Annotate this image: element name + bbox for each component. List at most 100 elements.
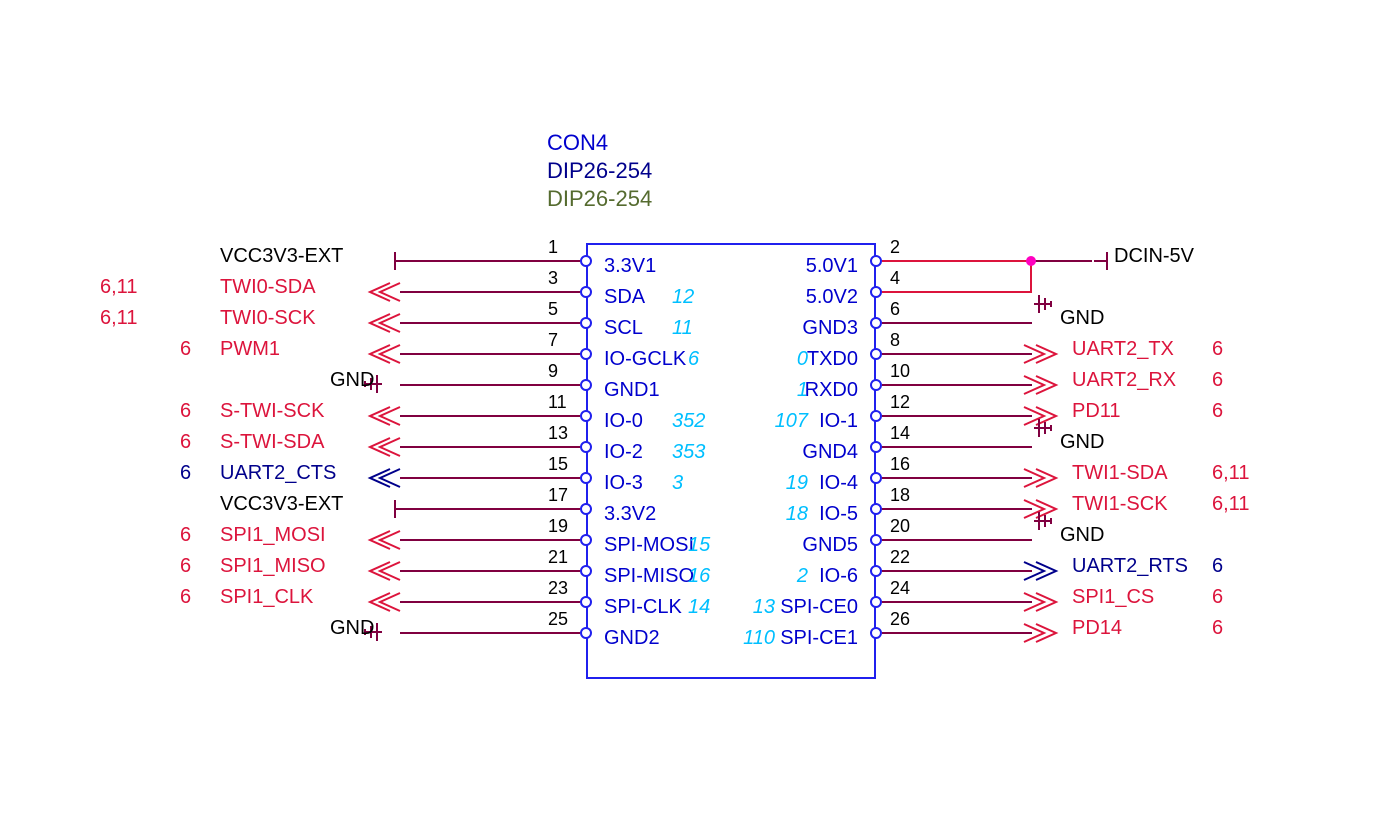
pin-number: 4: [890, 268, 900, 289]
pin-number: 9: [548, 361, 558, 382]
pin-label: 5.0V1: [806, 255, 858, 278]
pin-number: 18: [890, 485, 910, 506]
net-name: UART2_CTS: [220, 462, 336, 485]
net-name: GND: [330, 369, 374, 392]
net-name: VCC3V3-EXT: [220, 493, 343, 516]
pin-number: 7: [548, 330, 558, 351]
pin-label: 5.0V2: [806, 286, 858, 309]
gpio-number: 14: [688, 596, 710, 619]
pin-label: SPI-CLK: [604, 596, 682, 619]
net-name: SPI1_MISO: [220, 555, 326, 578]
pin-label: IO-5: [819, 503, 858, 526]
gpio-number: 1: [797, 379, 808, 402]
pin-number: 22: [890, 547, 910, 568]
pin-number: 19: [548, 516, 568, 537]
net-name: PD14: [1072, 617, 1122, 640]
gpio-number: 15: [688, 534, 710, 557]
sheet-ref: 6: [1212, 369, 1223, 392]
pin-label: 3.3V2: [604, 503, 656, 526]
pin-number: 20: [890, 516, 910, 537]
sheet-ref: 6: [1212, 617, 1223, 640]
pin-label: GND1: [604, 379, 660, 402]
pin-label: SCL: [604, 317, 643, 340]
net-name: S-TWI-SDA: [220, 431, 324, 454]
pin-label: SDA: [604, 286, 645, 309]
sheet-ref: 6,11: [100, 276, 137, 299]
net-name: GND: [330, 617, 374, 640]
net-name: SPI1_CS: [1072, 586, 1154, 609]
pin-label: IO-3: [604, 472, 643, 495]
net-name: DCIN-5V: [1114, 245, 1194, 268]
pin-number: 15: [548, 454, 568, 475]
net-name: TWI0-SDA: [220, 276, 316, 299]
net-name: SPI1_CLK: [220, 586, 313, 609]
gpio-number: 11: [672, 317, 693, 340]
sheet-ref: 6: [180, 586, 191, 609]
sheet-ref: 6: [180, 524, 191, 547]
gpio-number: 6: [688, 348, 699, 371]
net-name: PWM1: [220, 338, 280, 361]
pin-label: 3.3V1: [604, 255, 656, 278]
pin-label: SPI-CE1: [780, 627, 858, 650]
pin-number: 26: [890, 609, 910, 630]
gpio-number: 2: [797, 565, 808, 588]
pin-number: 12: [890, 392, 910, 413]
gpio-number: 13: [753, 596, 775, 619]
net-name: S-TWI-SCK: [220, 400, 324, 423]
gpio-number: 110: [743, 627, 775, 650]
sheet-ref: 6,11: [1212, 462, 1249, 485]
gpio-number: 3: [672, 472, 683, 495]
gpio-number: 0: [797, 348, 808, 371]
net-name: UART2_RTS: [1072, 555, 1188, 578]
pin-number: 10: [890, 361, 910, 382]
gpio-number: 19: [786, 472, 808, 495]
sheet-ref: 6: [1212, 555, 1223, 578]
net-name: GND: [1060, 431, 1104, 454]
pin-number: 6: [890, 299, 900, 320]
sheet-ref: 6,11: [1212, 493, 1249, 516]
net-name: SPI1_MOSI: [220, 524, 326, 547]
net-name: PD11: [1072, 400, 1121, 423]
sheet-ref: 6: [180, 462, 191, 485]
pin-label: IO-2: [604, 441, 643, 464]
gpio-number: 16: [688, 565, 710, 588]
sheet-ref: 6: [1212, 400, 1223, 423]
pin-number: 17: [548, 485, 568, 506]
pin-label: SPI-CE0: [780, 596, 858, 619]
pin-label: TXD0: [807, 348, 858, 371]
pin-label: SPI-MOSI: [604, 534, 694, 557]
sheet-ref: 6: [1212, 338, 1223, 361]
pin-number: 5: [548, 299, 558, 320]
sheet-ref: 6: [180, 431, 191, 454]
component-ref: CON4: [547, 130, 608, 156]
net-name: UART2_RX: [1072, 369, 1176, 392]
component-footprint: DIP26-254: [547, 186, 652, 212]
net-name: TWI1-SDA: [1072, 462, 1168, 485]
pin-label: RXD0: [805, 379, 858, 402]
pin-label: IO-1: [819, 410, 858, 433]
net-name: GND: [1060, 524, 1104, 547]
pin-number: 13: [548, 423, 568, 444]
net-name: TWI1-SCK: [1072, 493, 1168, 516]
pin-number: 21: [548, 547, 568, 568]
pin-label: IO-6: [819, 565, 858, 588]
gpio-number: 353: [672, 441, 705, 464]
net-name: VCC3V3-EXT: [220, 245, 343, 268]
gpio-number: 107: [775, 410, 808, 433]
gpio-number: 18: [786, 503, 808, 526]
pin-number: 23: [548, 578, 568, 599]
pin-label: GND5: [802, 534, 858, 557]
sheet-ref: 6: [1212, 586, 1223, 609]
pin-label: IO-GCLK: [604, 348, 686, 371]
pin-label: IO-0: [604, 410, 643, 433]
pin-number: 8: [890, 330, 900, 351]
component-value: DIP26-254: [547, 158, 652, 184]
pin-number: 25: [548, 609, 568, 630]
pin-number: 1: [548, 237, 558, 258]
pin-number: 24: [890, 578, 910, 599]
pin-number: 11: [548, 392, 567, 413]
pin-label: IO-4: [819, 472, 858, 495]
net-name: UART2_TX: [1072, 338, 1174, 361]
pin-label: GND4: [802, 441, 858, 464]
pin-number: 3: [548, 268, 558, 289]
